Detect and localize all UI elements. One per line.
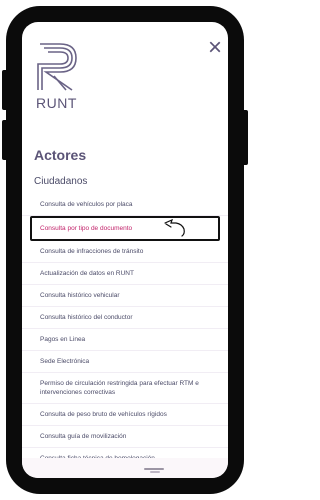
nav-menu: Consulta de vehículos por placa Consulta… (22, 194, 228, 470)
power-button (242, 110, 248, 165)
bottom-bar (22, 458, 228, 478)
home-indicator[interactable] (144, 468, 164, 470)
menu-item[interactable]: Consulta histórico vehicular (22, 285, 228, 307)
menu-item[interactable]: Permiso de circulación restringida para … (22, 373, 228, 404)
scroll-indicator (150, 471, 160, 473)
menu-item-active[interactable]: Consulta por tipo de documento (30, 216, 220, 241)
group-title: Ciudadanos (34, 176, 88, 187)
volume-down-button (2, 120, 8, 160)
volume-up-button (2, 70, 8, 110)
menu-item[interactable]: Consulta de vehículos por placa (22, 194, 228, 216)
menu-item[interactable]: Actualización de datos en RUNT (22, 263, 228, 285)
menu-item[interactable]: Consulta de infracciones de tránsito (22, 241, 228, 263)
brand-name: RUNT (36, 95, 77, 111)
menu-item[interactable]: Consulta guía de movilización (22, 426, 228, 448)
close-icon[interactable]: × (208, 36, 222, 60)
section-title: Actores (34, 147, 87, 163)
menu-item[interactable]: Consulta histórico del conductor (22, 307, 228, 329)
runt-logo-icon (37, 43, 77, 91)
screen: RUNT × Actores Ciudadanos Consulta de ve… (22, 22, 228, 478)
hand-pointer-icon (164, 218, 185, 237)
menu-item[interactable]: Consulta de peso bruto de vehículos rígi… (22, 404, 228, 426)
menu-item[interactable]: Pagos en Linea (22, 329, 228, 351)
menu-item[interactable]: Sede Electrónica (22, 351, 228, 373)
